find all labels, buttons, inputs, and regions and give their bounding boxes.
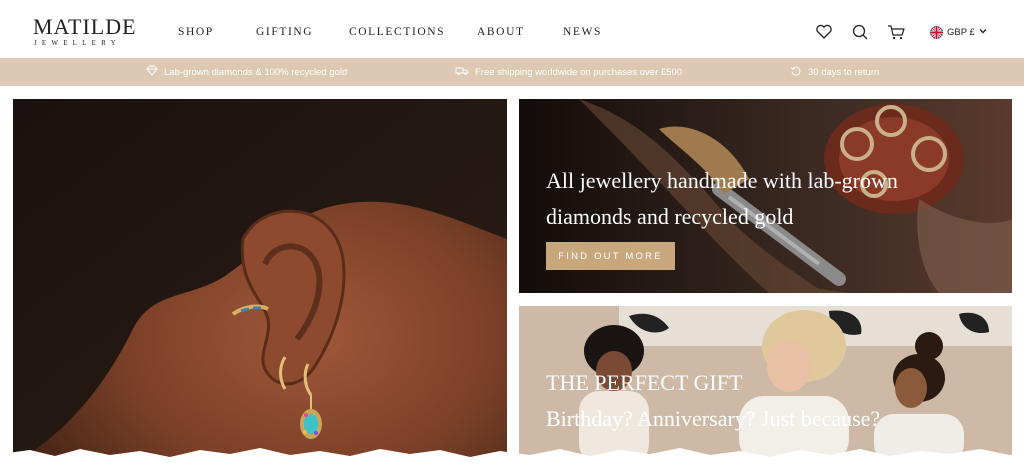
cart-icon[interactable] (886, 22, 906, 42)
gift-title: THE PERFECT GIFT (546, 370, 743, 395)
nav-item-shop[interactable]: SHOP (178, 25, 214, 39)
promo-item-shipping: Free shipping worldwide on purchases ove… (455, 66, 682, 78)
handmade-headline-line2: diamonds and recycled gold (546, 204, 794, 229)
promo-text-shipping: Free shipping worldwide on purchases ove… (475, 66, 683, 78)
logo-subtitle: JEWELLERY (34, 39, 121, 47)
return-icon (790, 65, 802, 80)
logo-wordmark: MATILDE (33, 14, 137, 39)
uk-flag-icon (930, 25, 943, 39)
nav-item-gifting[interactable]: GIFTING (256, 25, 313, 39)
nav-item-collections[interactable]: COLLECTIONS (349, 25, 445, 39)
gift-subtitle: Birthday? Anniversary? Just because? (546, 406, 881, 431)
torn-top-decoration (0, 0, 1024, 6)
diamond-icon (146, 65, 158, 79)
handmade-headline-line1: All jewellery handmade with lab-grown (546, 168, 898, 193)
search-icon[interactable] (850, 22, 870, 42)
earring-photo-tile[interactable] (13, 99, 507, 464)
currency-selector[interactable]: GBP £ (930, 24, 987, 40)
site-header: MATILDE JEWELLERY SHOP GIFTING COLLECTIO… (0, 0, 1024, 58)
nav-item-news[interactable]: NEWS (563, 25, 602, 39)
currency-label: GBP £ (947, 26, 975, 38)
promo-item-diamonds: Lab-grown diamonds & 100% recycled gold (146, 65, 348, 79)
nav-item-about[interactable]: ABOUT (477, 25, 525, 39)
heart-icon[interactable] (814, 22, 834, 42)
promo-text-diamonds: Lab-grown diamonds & 100% recycled gold (164, 66, 348, 78)
promo-text-returns: 30 days to return (808, 66, 880, 78)
promo-item-returns: 30 days to return (790, 66, 879, 78)
earring-photo (13, 99, 507, 464)
truck-icon (455, 66, 469, 79)
torn-edge-decoration (0, 448, 1024, 464)
logo[interactable]: MATILDE JEWELLERY (33, 15, 137, 49)
chevron-down-icon (979, 27, 987, 38)
handmade-headline: All jewellery handmade with lab-grown di… (546, 163, 898, 235)
find-out-more-button[interactable]: FIND OUT MORE (546, 242, 675, 270)
promo-bar: Lab-grown diamonds & 100% recycled gold … (0, 58, 1024, 86)
